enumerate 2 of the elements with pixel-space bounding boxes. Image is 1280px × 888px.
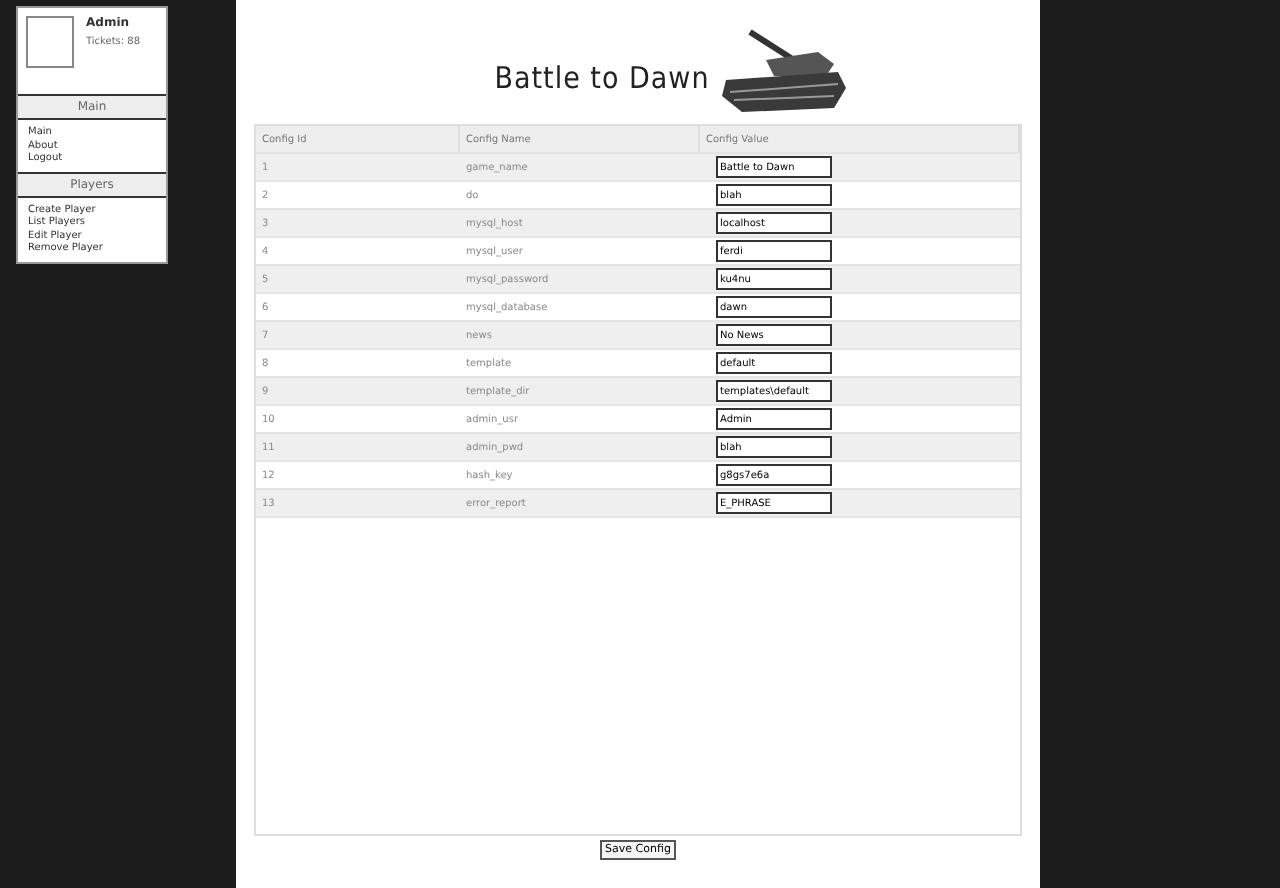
avatar-placeholder	[26, 16, 74, 68]
logo-title: Battle to Dawn	[494, 60, 710, 96]
